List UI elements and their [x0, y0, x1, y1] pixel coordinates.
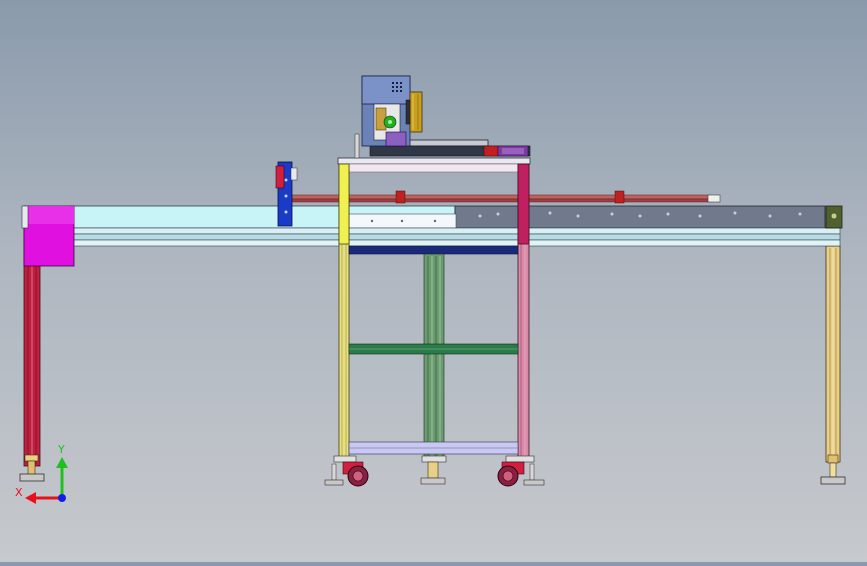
cad-viewport[interactable]: Y X	[0, 0, 867, 562]
triad-y-label: Y	[57, 443, 65, 456]
assembly-drawing: Y X	[15, 75, 846, 504]
right-leg	[820, 245, 846, 485]
center-frame	[333, 157, 535, 463]
tool-head	[354, 75, 531, 159]
caster-left	[324, 461, 369, 487]
caster-center	[420, 461, 446, 485]
upper-rail	[289, 190, 721, 204]
caster-right	[497, 461, 545, 487]
triad-x-label: X	[15, 486, 23, 499]
